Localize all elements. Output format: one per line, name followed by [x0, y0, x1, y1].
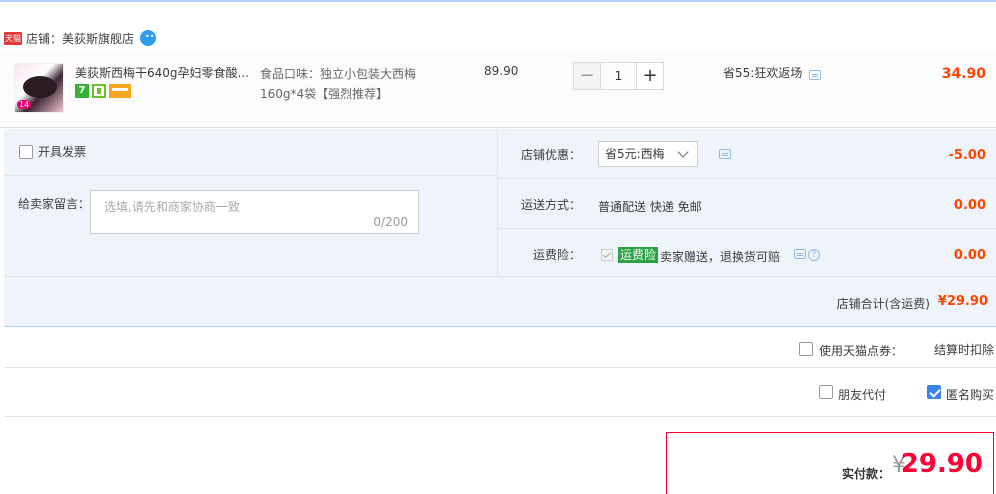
coupon-info-icon[interactable] [719, 149, 731, 159]
product-thumbnail[interactable] [14, 63, 64, 113]
cart-item-row: 美荻斯西梅干640g孕妇零食酸... 7 食品口味：独立小包装大西梅160g*4… [0, 52, 996, 128]
options-right-column: 店铺优惠： 省5元:西梅 -5.00 运送方式： 普通配送 快递 免邮 0.00… [498, 129, 996, 277]
seller-memo-input[interactable]: 选填,请先和商家协商一致 0/200 [90, 190, 419, 234]
shipping-method: 普通配送 快递 免邮 [598, 200, 702, 214]
shop-label: 店铺： [26, 31, 63, 46]
payment-amount: 29.90 [900, 449, 983, 479]
points-checkbox[interactable] [799, 342, 813, 356]
insurance-row: 运费险： 运费险 卖家赠送，退换货可赔 ? 0.00 [498, 229, 996, 279]
insurance-label: 运费险： [532, 248, 581, 262]
shop-coupon-label: 店铺优惠： [520, 148, 581, 162]
invoice-checkbox[interactable] [19, 144, 33, 159]
shop-coupon-amount: -5.00 [948, 148, 986, 163]
anonymous-label: 匿名购买 [946, 388, 995, 402]
wangwang-chat-icon[interactable]: ••• [140, 30, 159, 46]
seven-day-return-icon: 7 [75, 84, 89, 98]
shop-total-value: ¥29.90 [937, 294, 988, 309]
shipping-row: 运送方式： 普通配送 快递 免邮 0.00 [498, 179, 996, 229]
memo-placeholder: 选填,请先和商家协商一致 [104, 200, 240, 214]
payment-summary: 实付款： ¥ 29.90 [666, 432, 994, 494]
invoice-option[interactable]: 开具发票 [19, 143, 86, 160]
help-icon[interactable]: ? [808, 249, 820, 261]
service-badges: 7 [75, 84, 131, 98]
promo-info-icon[interactable] [809, 70, 821, 80]
anonymous-checkbox[interactable] [927, 385, 941, 399]
guarantee-shield-icon [92, 84, 106, 98]
memo-char-count: 0/200 [373, 215, 408, 229]
points-value: 结算时扣除 [933, 343, 994, 357]
insurance-chat-icon[interactable] [794, 249, 806, 259]
tmall-badge-icon: 天猫 [4, 31, 22, 45]
friend-pay-checkbox[interactable] [819, 385, 833, 399]
shop-header: 天猫 店铺： 美荻斯旗舰店 ••• [0, 28, 159, 48]
quantity-stepper: − 1 + [573, 62, 664, 90]
seller-memo-label: 给卖家留言： [18, 197, 91, 211]
shop-name-link[interactable]: 美荻斯旗舰店 [62, 30, 134, 47]
product-title-link[interactable]: 美荻斯西梅干640g孕妇零食酸... [75, 64, 250, 81]
shop-total-row: 店铺合计(含运费) ¥29.90 [4, 277, 996, 327]
options-left-column: 开具发票 给卖家留言： 选填,请先和商家协商一致 0/200 [4, 129, 497, 277]
shop-total-label: 店铺合计(含运费) [836, 297, 930, 311]
top-border [0, 0, 996, 2]
purchase-options-row: 朋友代付 匿名购买 [4, 369, 996, 417]
chevron-down-icon [677, 146, 689, 158]
insurance-tag: 运费险 [618, 247, 659, 263]
points-row: 使用天猫点券： 结算时扣除 [4, 328, 996, 368]
invoice-label: 开具发票 [38, 145, 87, 159]
item-subtotal: 34.90 [941, 66, 986, 82]
product-sku: 食品口味：独立小包装大西梅160g*4袋【强烈推荐】 [260, 67, 417, 101]
shop-coupon-select[interactable]: 省5元:西梅 [598, 141, 698, 167]
unit-price: 89.90 [484, 64, 519, 78]
friend-pay-label: 朋友代付 [838, 388, 887, 402]
credit-card-icon [109, 84, 131, 98]
payment-label: 实付款： [842, 467, 891, 481]
shop-coupon-row: 店铺优惠： 省5元:西梅 -5.00 [498, 129, 996, 179]
insurance-description: 卖家赠送，退换货可赔 [660, 250, 781, 264]
quantity-input[interactable]: 1 [601, 62, 636, 90]
insurance-checkbox [601, 249, 613, 261]
quantity-increase-button[interactable]: + [636, 62, 664, 90]
divider [4, 175, 497, 176]
promo-text: 省55:狂欢返场 [723, 66, 803, 80]
shipping-amount: 0.00 [953, 198, 986, 213]
shop-coupon-value: 省5元:西梅 [605, 147, 665, 161]
shipping-label: 运送方式： [520, 198, 581, 212]
points-label: 使用天猫点券： [819, 344, 904, 358]
order-options-panel: 开具发票 给卖家留言： 选填,请先和商家协商一致 0/200 店铺优惠： 省5元… [4, 129, 996, 277]
quantity-decrease-button[interactable]: − [573, 62, 601, 90]
insurance-info-icons: ? [794, 249, 820, 261]
insurance-amount: 0.00 [953, 248, 986, 263]
